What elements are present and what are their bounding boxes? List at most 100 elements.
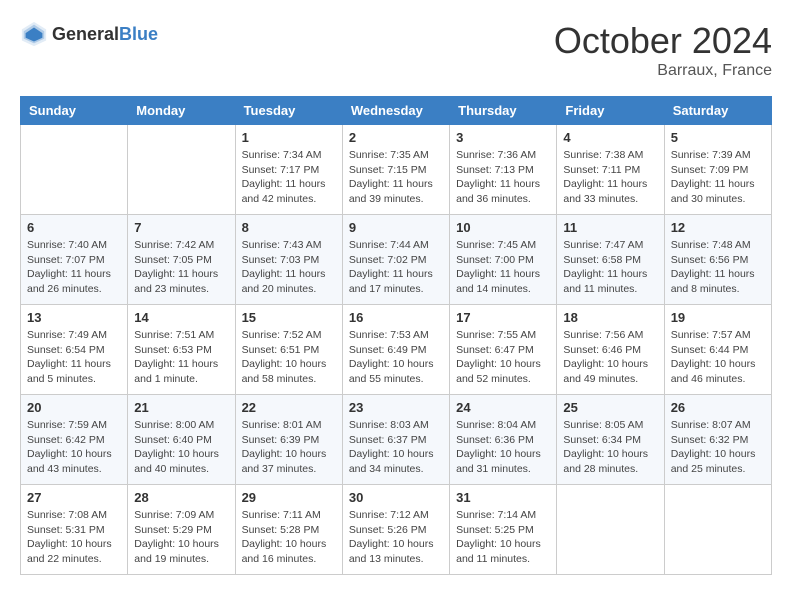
day-header-saturday: Saturday: [664, 97, 771, 125]
cell-content: Sunrise: 7:36 AM Sunset: 7:13 PM Dayligh…: [456, 148, 550, 207]
calendar-cell: 12 Sunrise: 7:48 AM Sunset: 6:56 PM Dayli…: [664, 215, 771, 305]
cell-content: Sunrise: 8:04 AM Sunset: 6:36 PM Dayligh…: [456, 418, 550, 477]
calendar-week-3: 13 Sunrise: 7:49 AM Sunset: 6:54 PM Dayli…: [21, 305, 772, 395]
cell-content: Sunrise: 7:45 AM Sunset: 7:00 PM Dayligh…: [456, 238, 550, 297]
calendar-cell: [557, 485, 664, 575]
cell-content: Sunrise: 7:08 AM Sunset: 5:31 PM Dayligh…: [27, 508, 121, 567]
day-number: 11: [563, 220, 657, 235]
day-number: 26: [671, 400, 765, 415]
cell-content: Sunrise: 7:56 AM Sunset: 6:46 PM Dayligh…: [563, 328, 657, 387]
day-number: 16: [349, 310, 443, 325]
cell-content: Sunrise: 7:59 AM Sunset: 6:42 PM Dayligh…: [27, 418, 121, 477]
day-number: 20: [27, 400, 121, 415]
calendar-cell: 21 Sunrise: 8:00 AM Sunset: 6:40 PM Dayli…: [128, 395, 235, 485]
cell-content: Sunrise: 7:14 AM Sunset: 5:25 PM Dayligh…: [456, 508, 550, 567]
calendar-cell: 23 Sunrise: 8:03 AM Sunset: 6:37 PM Dayli…: [342, 395, 449, 485]
calendar-cell: 17 Sunrise: 7:55 AM Sunset: 6:47 PM Dayli…: [450, 305, 557, 395]
calendar-cell: 31 Sunrise: 7:14 AM Sunset: 5:25 PM Dayli…: [450, 485, 557, 575]
cell-content: Sunrise: 7:57 AM Sunset: 6:44 PM Dayligh…: [671, 328, 765, 387]
cell-content: Sunrise: 7:44 AM Sunset: 7:02 PM Dayligh…: [349, 238, 443, 297]
calendar-week-4: 20 Sunrise: 7:59 AM Sunset: 6:42 PM Dayli…: [21, 395, 772, 485]
calendar-cell: [128, 125, 235, 215]
calendar-cell: 9 Sunrise: 7:44 AM Sunset: 7:02 PM Daylig…: [342, 215, 449, 305]
cell-content: Sunrise: 7:55 AM Sunset: 6:47 PM Dayligh…: [456, 328, 550, 387]
cell-content: Sunrise: 7:35 AM Sunset: 7:15 PM Dayligh…: [349, 148, 443, 207]
calendar-cell: 3 Sunrise: 7:36 AM Sunset: 7:13 PM Daylig…: [450, 125, 557, 215]
day-number: 9: [349, 220, 443, 235]
cell-content: Sunrise: 7:52 AM Sunset: 6:51 PM Dayligh…: [242, 328, 336, 387]
calendar-cell: 10 Sunrise: 7:45 AM Sunset: 7:00 PM Dayli…: [450, 215, 557, 305]
day-header-wednesday: Wednesday: [342, 97, 449, 125]
day-number: 3: [456, 130, 550, 145]
calendar-week-1: 1Sunrise: 7:34 AM Sunset: 7:17 PM Daylig…: [21, 125, 772, 215]
day-number: 25: [563, 400, 657, 415]
day-number: 28: [134, 490, 228, 505]
calendar-table: SundayMondayTuesdayWednesdayThursdayFrid…: [20, 96, 772, 575]
day-header-thursday: Thursday: [450, 97, 557, 125]
title-area: October 2024 Barraux, France: [554, 20, 772, 80]
calendar-cell: 15Sunrise: 7:52 AM Sunset: 6:51 PM Dayli…: [235, 305, 342, 395]
logo-text: GeneralBlue: [52, 24, 158, 45]
calendar-cell: 27 Sunrise: 7:08 AM Sunset: 5:31 PM Dayli…: [21, 485, 128, 575]
calendar-cell: 11 Sunrise: 7:47 AM Sunset: 6:58 PM Dayli…: [557, 215, 664, 305]
calendar-cell: 7 Sunrise: 7:42 AM Sunset: 7:05 PM Daylig…: [128, 215, 235, 305]
location-title: Barraux, France: [554, 62, 772, 80]
day-header-monday: Monday: [128, 97, 235, 125]
cell-content: Sunrise: 7:47 AM Sunset: 6:58 PM Dayligh…: [563, 238, 657, 297]
cell-content: Sunrise: 7:40 AM Sunset: 7:07 PM Dayligh…: [27, 238, 121, 297]
cell-content: Sunrise: 7:51 AM Sunset: 6:53 PM Dayligh…: [134, 328, 228, 387]
cell-content: Sunrise: 8:07 AM Sunset: 6:32 PM Dayligh…: [671, 418, 765, 477]
calendar-cell: 18 Sunrise: 7:56 AM Sunset: 6:46 PM Dayli…: [557, 305, 664, 395]
calendar-cell: 30Sunrise: 7:12 AM Sunset: 5:26 PM Dayli…: [342, 485, 449, 575]
calendar-cell: 29 Sunrise: 7:11 AM Sunset: 5:28 PM Dayli…: [235, 485, 342, 575]
calendar-cell: 5 Sunrise: 7:39 AM Sunset: 7:09 PM Daylig…: [664, 125, 771, 215]
day-number: 13: [27, 310, 121, 325]
day-number: 10: [456, 220, 550, 235]
calendar-body: 1Sunrise: 7:34 AM Sunset: 7:17 PM Daylig…: [21, 125, 772, 575]
day-number: 31: [456, 490, 550, 505]
cell-content: Sunrise: 7:42 AM Sunset: 7:05 PM Dayligh…: [134, 238, 228, 297]
day-number: 8: [242, 220, 336, 235]
day-number: 5: [671, 130, 765, 145]
day-number: 23: [349, 400, 443, 415]
calendar-cell: 24Sunrise: 8:04 AM Sunset: 6:36 PM Dayli…: [450, 395, 557, 485]
logo-general: General: [52, 24, 119, 44]
calendar-cell: 6Sunrise: 7:40 AM Sunset: 7:07 PM Daylig…: [21, 215, 128, 305]
day-number: 12: [671, 220, 765, 235]
cell-content: Sunrise: 7:38 AM Sunset: 7:11 PM Dayligh…: [563, 148, 657, 207]
calendar-cell: 16 Sunrise: 7:53 AM Sunset: 6:49 PM Dayli…: [342, 305, 449, 395]
day-number: 29: [242, 490, 336, 505]
day-number: 27: [27, 490, 121, 505]
day-number: 19: [671, 310, 765, 325]
logo: GeneralBlue: [20, 20, 158, 48]
calendar-week-5: 27 Sunrise: 7:08 AM Sunset: 5:31 PM Dayli…: [21, 485, 772, 575]
day-number: 18: [563, 310, 657, 325]
cell-content: Sunrise: 8:01 AM Sunset: 6:39 PM Dayligh…: [242, 418, 336, 477]
cell-content: Sunrise: 7:11 AM Sunset: 5:28 PM Dayligh…: [242, 508, 336, 567]
month-title: October 2024: [554, 20, 772, 62]
cell-content: Sunrise: 8:03 AM Sunset: 6:37 PM Dayligh…: [349, 418, 443, 477]
day-header-sunday: Sunday: [21, 97, 128, 125]
day-number: 21: [134, 400, 228, 415]
day-number: 14: [134, 310, 228, 325]
cell-content: Sunrise: 8:00 AM Sunset: 6:40 PM Dayligh…: [134, 418, 228, 477]
calendar-cell: [664, 485, 771, 575]
calendar-cell: 13 Sunrise: 7:49 AM Sunset: 6:54 PM Dayli…: [21, 305, 128, 395]
cell-content: Sunrise: 7:49 AM Sunset: 6:54 PM Dayligh…: [27, 328, 121, 387]
page-header: GeneralBlue October 2024 Barraux, France: [20, 20, 772, 80]
day-number: 1: [242, 130, 336, 145]
cell-content: Sunrise: 7:48 AM Sunset: 6:56 PM Dayligh…: [671, 238, 765, 297]
day-number: 17: [456, 310, 550, 325]
calendar-cell: 4 Sunrise: 7:38 AM Sunset: 7:11 PM Daylig…: [557, 125, 664, 215]
calendar-cell: 28Sunrise: 7:09 AM Sunset: 5:29 PM Dayli…: [128, 485, 235, 575]
day-number: 7: [134, 220, 228, 235]
calendar-header-row: SundayMondayTuesdayWednesdayThursdayFrid…: [21, 97, 772, 125]
calendar-cell: 1Sunrise: 7:34 AM Sunset: 7:17 PM Daylig…: [235, 125, 342, 215]
cell-content: Sunrise: 7:39 AM Sunset: 7:09 PM Dayligh…: [671, 148, 765, 207]
day-number: 4: [563, 130, 657, 145]
cell-content: Sunrise: 8:05 AM Sunset: 6:34 PM Dayligh…: [563, 418, 657, 477]
calendar-cell: 8Sunrise: 7:43 AM Sunset: 7:03 PM Daylig…: [235, 215, 342, 305]
cell-content: Sunrise: 7:53 AM Sunset: 6:49 PM Dayligh…: [349, 328, 443, 387]
day-header-friday: Friday: [557, 97, 664, 125]
day-header-tuesday: Tuesday: [235, 97, 342, 125]
